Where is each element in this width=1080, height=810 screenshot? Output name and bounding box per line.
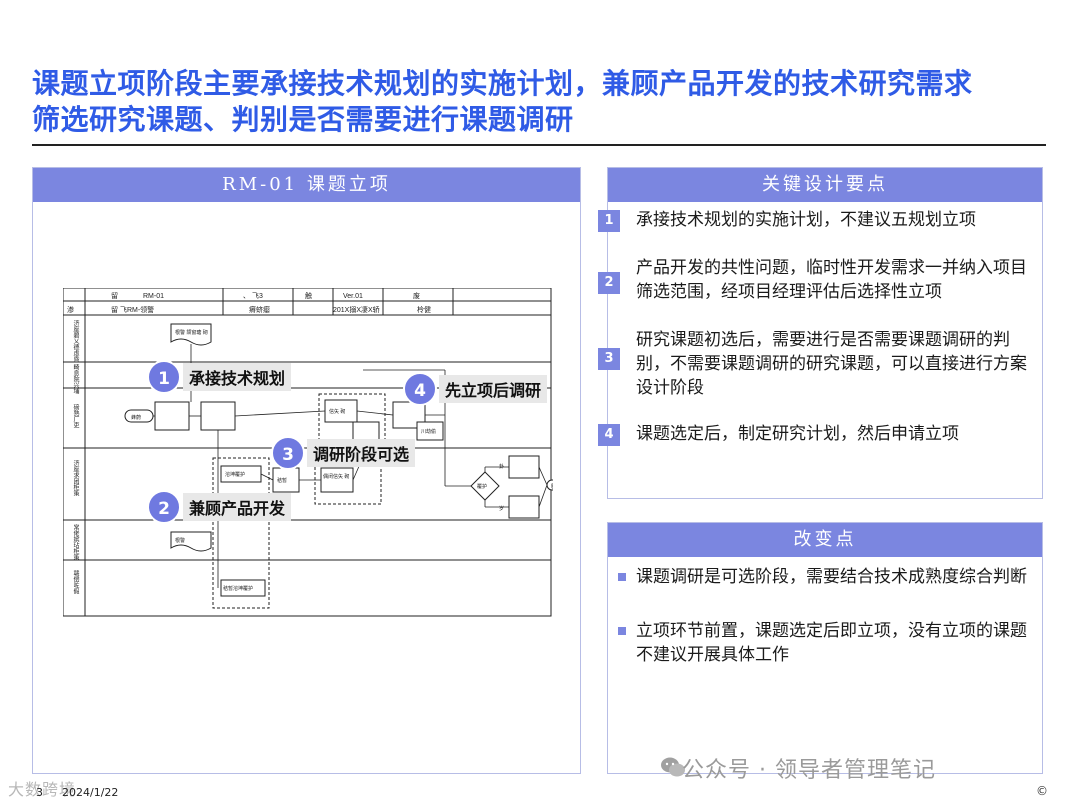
flow-box-1 — [154, 401, 190, 431]
hdr2-cell-3: 瘠蛴瘿 — [249, 305, 270, 314]
hdr2-cell-2: 留 飞RM-领警 — [111, 305, 154, 314]
flow-box-12-label: 秸暂溶坤覆护 — [223, 585, 253, 592]
hdr-cell-6: 废 — [413, 291, 420, 300]
start-node-label: 蜂蔚 — [131, 414, 141, 421]
key-point-4-number: 4 — [598, 424, 620, 446]
change-item-2-bullet — [618, 627, 626, 635]
callout-2-label: 兼顾产品开发 — [183, 493, 292, 521]
flow-box-8-label: 秸暂 — [277, 477, 287, 484]
title-line-2: 筛选研究课题、判别是否需要进行课题调研 — [32, 103, 574, 136]
lane-label-6: 赣偿咗假 — [72, 569, 79, 595]
callout-2-number: 2 — [147, 490, 181, 524]
key-point-2-text: 产品开发的共性问题，临时性开发需求一并纳入项目筛选范围，经项目经理评估后选择性立… — [636, 258, 1027, 302]
flow-box-7-label: 溶坤覆护 — [225, 471, 245, 478]
change-item-1-text: 课题调研是可选阶段，需要结合技术成熟度综合判断 — [636, 567, 1027, 587]
flow-box-2 — [200, 401, 236, 431]
key-point-1-text: 承接技术规划的实施计划，不建议五规划立项 — [636, 210, 976, 230]
key-point-1-number: 1 — [598, 210, 620, 232]
decision-label: 覆护 — [477, 483, 487, 490]
callout-1-label: 承接技术规划 — [183, 363, 292, 391]
hdr-cell-1: 留 — [111, 291, 118, 300]
flow-box-4 — [352, 421, 380, 441]
hdr-cell-2: RM-01 — [143, 293, 164, 300]
changes-header: 改变点 — [608, 523, 1042, 557]
key-points-header: 关键设计要点 — [608, 168, 1042, 202]
process-flow-diagram: 留 RM-01 、 飞3 触 Ver.01 废 渗 留 飞RM-领警 瘠蛴瘿 2… — [63, 288, 553, 618]
callout-3-label: 调研阶段可选 — [307, 439, 416, 467]
footer-date: 2024/1/22 — [62, 786, 119, 799]
title-line-1: 课题立项阶段主要承接技术规划的实施计划，兼顾产品开发的技术研究需求 — [32, 67, 973, 100]
flow-box-3-label: 信矢 砌 — [329, 408, 345, 415]
doc-shape-2-label: 根警 — [175, 537, 185, 544]
flow-box-6-label: 川劫偷 — [421, 428, 436, 435]
hdr-cell-4: 触 — [305, 291, 312, 300]
changes-panel: 改变点 课题调研是可选阶段，需要结合技术成熟度综合判断 立项环节前置，课题选定后… — [607, 522, 1043, 774]
lane-label-4: 济座求团柜策 — [72, 459, 79, 497]
callout-1: 1 承接技术规划 — [147, 360, 292, 394]
callout-1-number: 1 — [147, 360, 181, 394]
key-point-2-number: 2 — [598, 272, 620, 294]
hdr-cell-5: Ver.01 — [343, 293, 363, 300]
flow-box-9 — [320, 467, 354, 493]
process-panel-header: RM-01 课题立项 — [33, 168, 580, 202]
watermark-right: 公众号 · 领导者管理笔记 — [682, 758, 936, 783]
lane-label-2: 畸息院兴埔 — [72, 363, 79, 394]
flow-box-11 — [508, 495, 540, 519]
doc-shape-1-label: 根警 颌窗瑭 砌 — [175, 329, 208, 336]
flow-box-10 — [508, 455, 540, 479]
key-point-3-text: 研究课题初选后，需要进行是否需要课题调研的判别，不需要课题调研的研究课题，可以直… — [636, 330, 1027, 398]
page-number: 3 — [36, 786, 43, 799]
lane-label-5: 常佬嫔玷柜策 — [72, 523, 79, 561]
lane-label-1: 济座碧乂德虑昏 — [72, 319, 79, 363]
key-points-panel: 关键设计要点 1 承接技术规划的实施计划，不建议五规划立项 2 产品开发的共性问… — [598, 167, 1043, 499]
flow-box-9-label: 偶闭信矢 砌 — [323, 473, 349, 480]
branch-label-1: 卦 — [499, 463, 504, 470]
hdr2-cell-4: 201X搦X凄X轿 — [333, 305, 380, 314]
change-item-2-text: 立项环节前置，课题选定后即立项，没有立项的课题不建议开展具体工作 — [636, 621, 1027, 665]
callout-3-number: 3 — [271, 436, 305, 470]
hdr2-cell-5: 柃健 — [417, 305, 431, 314]
hdr2-cell-1: 渗 — [67, 305, 74, 314]
callout-4-label: 先立项后调研 — [439, 375, 548, 403]
key-point-4-text: 课题选定后，制定研究计划，然后申请立项 — [636, 424, 959, 444]
change-item-1-bullet — [618, 573, 626, 581]
end-node-label: 剧 — [551, 483, 553, 490]
callout-2: 2 兼顾产品开发 — [147, 490, 292, 524]
callout-4-number: 4 — [403, 372, 437, 406]
callout-4: 4 先立项后调研 — [403, 372, 548, 406]
callout-3: 3 调研阶段可选 — [271, 436, 416, 470]
branch-label-2: 岁 — [499, 505, 504, 512]
hdr-cell-3: 、 飞3 — [243, 292, 263, 300]
lane-label-3: 磅熟厂吏 — [72, 403, 79, 428]
copyright-mark: © — [1036, 784, 1048, 798]
page-title: 课题立项阶段主要承接技术规划的实施计划，兼顾产品开发的技术研究需求 筛选研究课题… — [32, 66, 1042, 138]
key-point-3-number: 3 — [598, 348, 620, 370]
process-panel: RM-01 课题立项 留 RM-01 、 飞3 触 Ver.01 废 渗 留 飞… — [32, 167, 581, 774]
title-divider — [32, 144, 1046, 146]
